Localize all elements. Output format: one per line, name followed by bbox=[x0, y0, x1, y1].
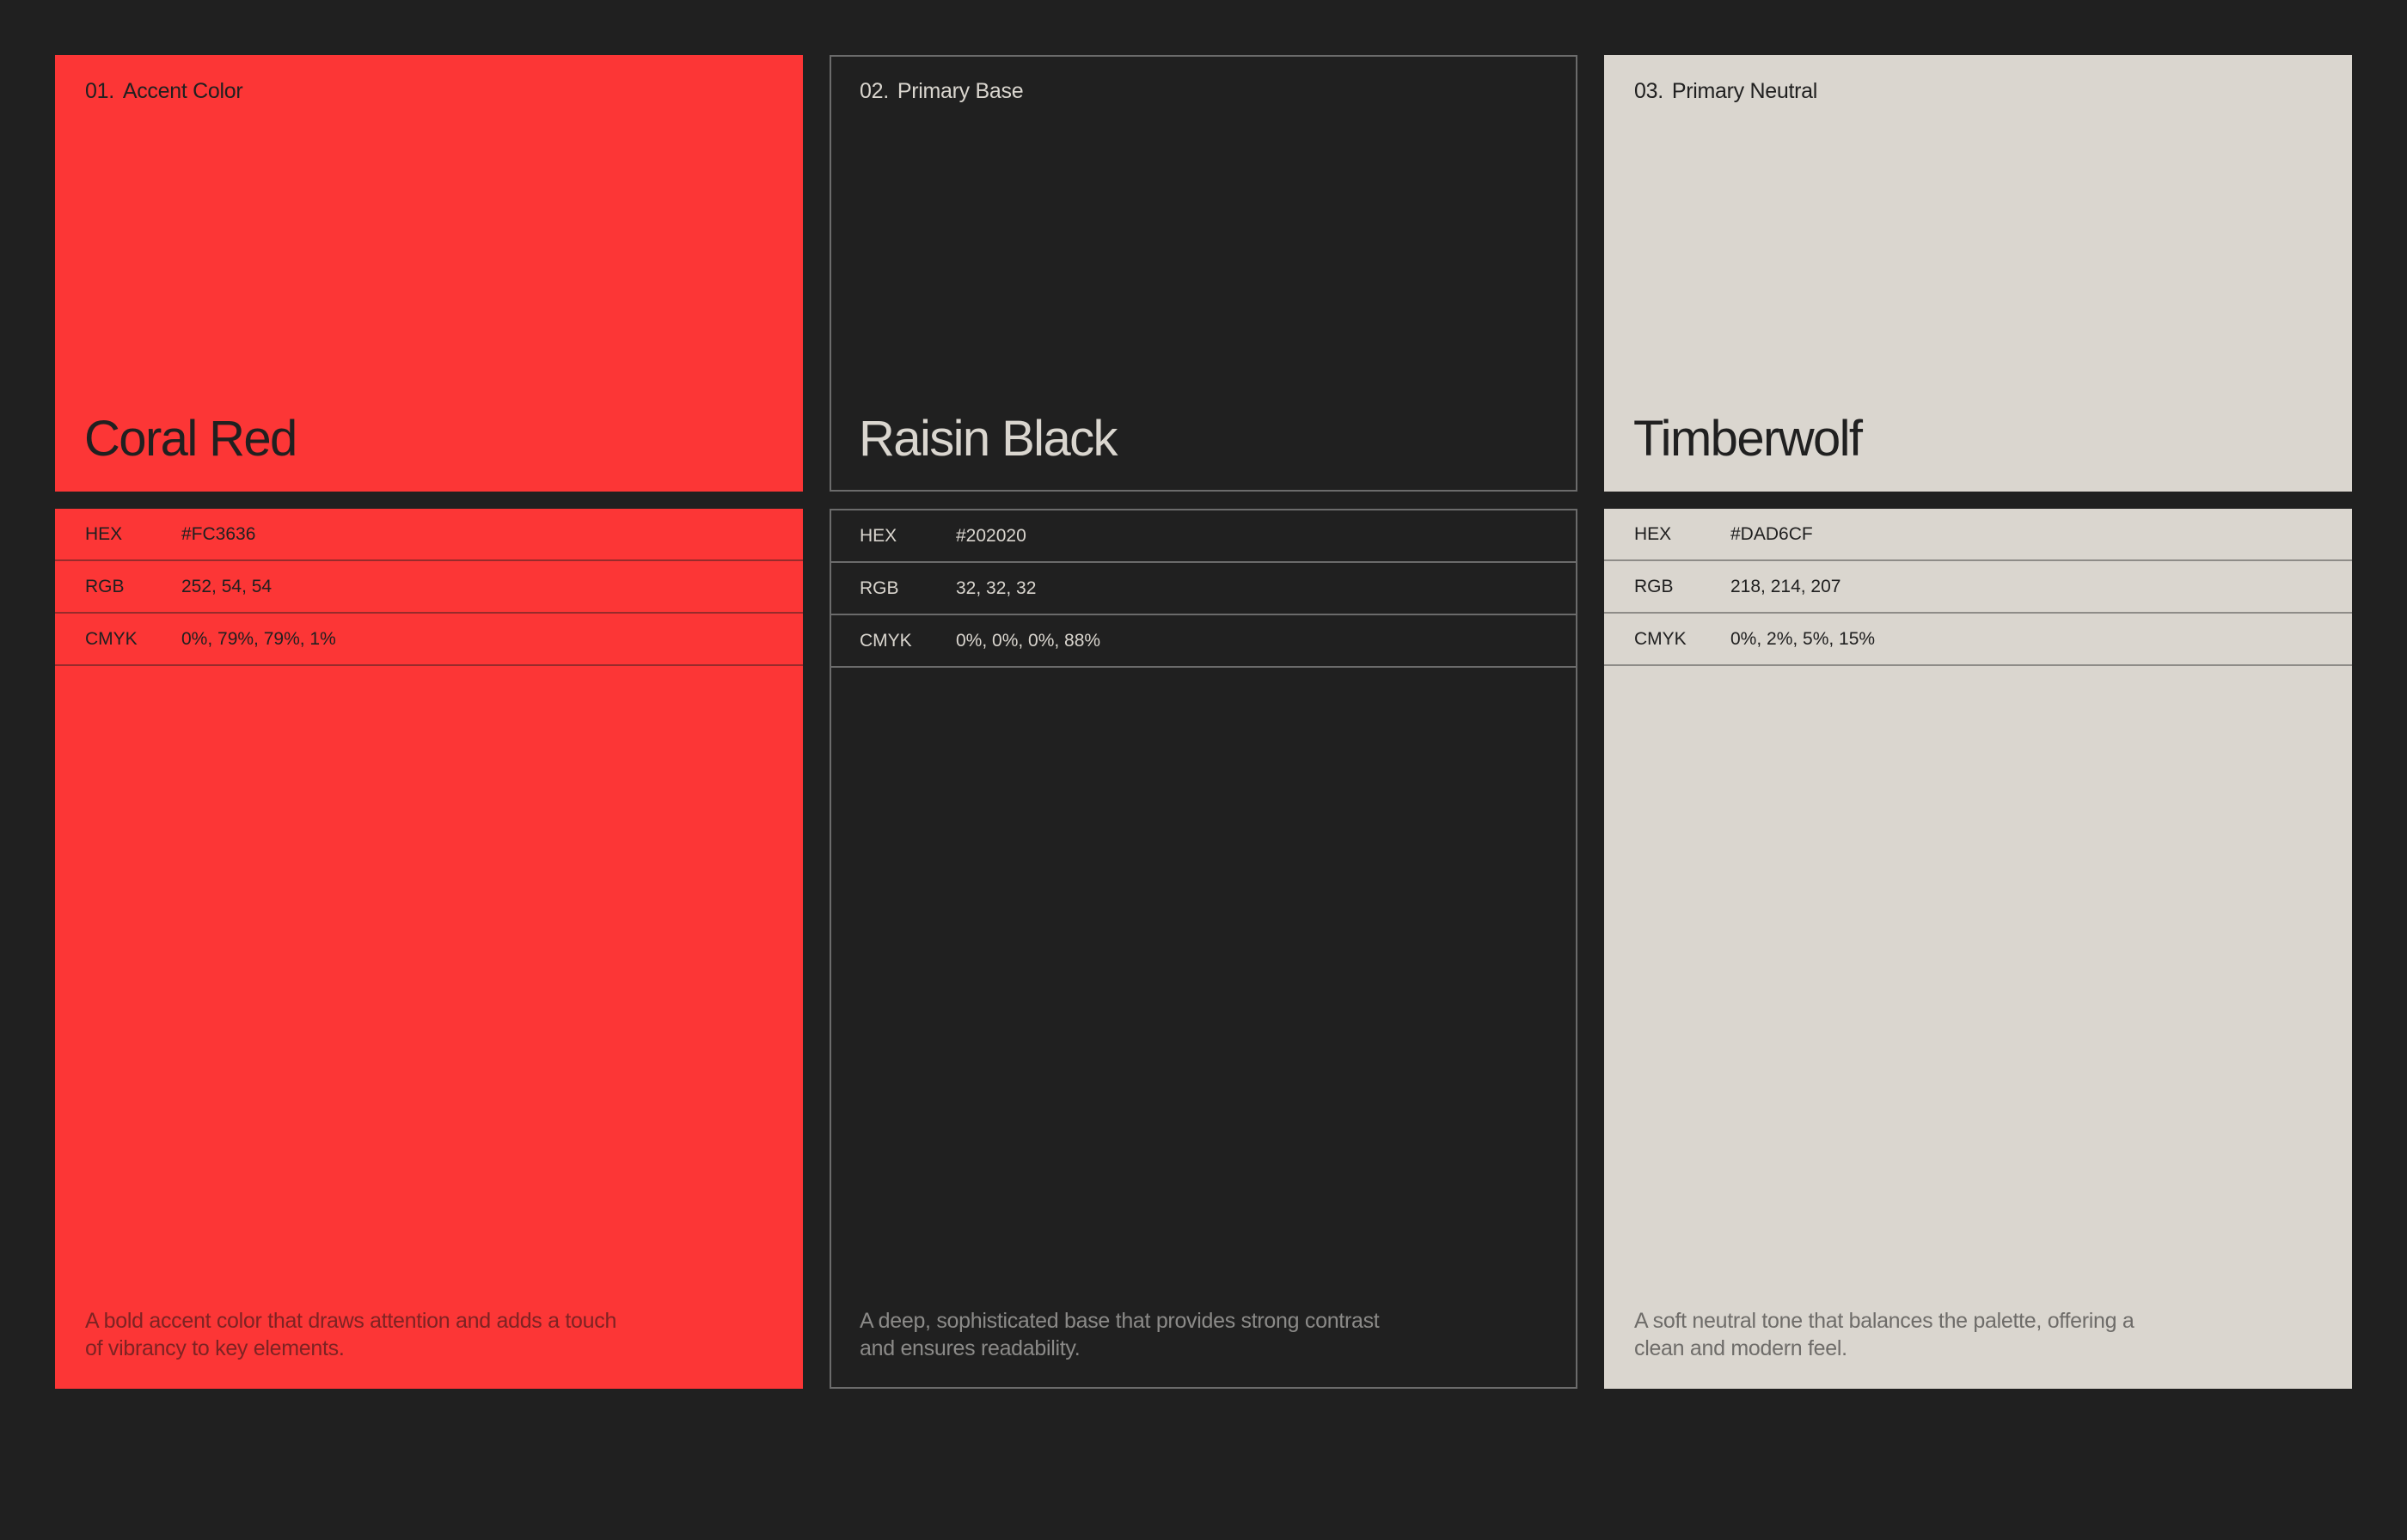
spec-row-rgb: RGB 32, 32, 32 bbox=[831, 563, 1576, 615]
spec-row-rgb: RGB 252, 54, 54 bbox=[55, 561, 803, 614]
color-description: A bold accent color that draws attention… bbox=[85, 1309, 617, 1360]
color-details: HEX #FC3636 RGB 252, 54, 54 CMYK 0%, 79%… bbox=[55, 509, 803, 1389]
color-role: Accent Color bbox=[122, 79, 243, 103]
spec-key: RGB bbox=[1634, 576, 1674, 596]
color-label: 02. Primary Base bbox=[860, 79, 1024, 104]
color-details: HEX #DAD6CF RGB 218, 214, 207 CMYK 0%, 2… bbox=[1604, 509, 2352, 1389]
color-name: Coral Red bbox=[84, 411, 297, 467]
spec-value: 252, 54, 54 bbox=[181, 576, 273, 596]
spec-key: RGB bbox=[85, 576, 125, 596]
color-column-coral-red: 01. Accent Color Coral Red HEX #FC3636 RG… bbox=[55, 55, 803, 1389]
spec-value: 0%, 2%, 5%, 15% bbox=[1730, 628, 1876, 649]
spec-key: CMYK bbox=[85, 628, 138, 649]
spec-row-hex: HEX #DAD6CF bbox=[1604, 509, 2352, 561]
spec-key: HEX bbox=[860, 525, 897, 546]
color-label: 01. Accent Color bbox=[85, 79, 243, 104]
spec-row-hex: HEX #FC3636 bbox=[55, 509, 803, 561]
color-number: 03. bbox=[1634, 79, 1663, 103]
color-column-raisin-black: 02. Primary Base Raisin Black HEX #202020… bbox=[830, 55, 1577, 1389]
spec-key: CMYK bbox=[1634, 628, 1687, 649]
spec-value: #DAD6CF bbox=[1730, 523, 1813, 544]
color-name: Timberwolf bbox=[1633, 411, 1863, 467]
spec-row-cmyk: CMYK 0%, 2%, 5%, 15% bbox=[1604, 614, 2352, 666]
spec-row-rgb: RGB 218, 214, 207 bbox=[1604, 561, 2352, 614]
spec-key: CMYK bbox=[860, 630, 912, 651]
spec-value: #202020 bbox=[956, 525, 1026, 546]
spec-row-cmyk: CMYK 0%, 0%, 0%, 88% bbox=[831, 615, 1576, 668]
spec-value: #FC3636 bbox=[181, 523, 256, 544]
color-role: Primary Base bbox=[897, 79, 1024, 103]
color-details: HEX #202020 RGB 32, 32, 32 CMYK 0%, 0%, … bbox=[830, 509, 1577, 1389]
color-swatch: 02. Primary Base Raisin Black bbox=[830, 55, 1577, 492]
color-description: A soft neutral tone that balances the pa… bbox=[1634, 1309, 2134, 1360]
color-number: 01. bbox=[85, 79, 114, 103]
spec-row-cmyk: CMYK 0%, 79%, 79%, 1% bbox=[55, 614, 803, 666]
spec-key: HEX bbox=[1634, 523, 1672, 544]
color-column-timberwolf: 03. Primary Neutral Timberwolf HEX #DAD6C… bbox=[1604, 55, 2352, 1389]
spec-key: HEX bbox=[85, 523, 123, 544]
color-role: Primary Neutral bbox=[1671, 79, 1818, 103]
color-description: A deep, sophisticated base that provides… bbox=[860, 1309, 1380, 1360]
color-swatch: 01. Accent Color Coral Red bbox=[55, 55, 803, 492]
color-swatch: 03. Primary Neutral Timberwolf bbox=[1604, 55, 2352, 492]
spec-value: 0%, 79%, 79%, 1% bbox=[181, 628, 336, 649]
color-name: Raisin Black bbox=[859, 411, 1118, 467]
spec-key: RGB bbox=[860, 578, 899, 598]
color-palette: 01. Accent Color Coral Red HEX #FC3636 RG… bbox=[55, 55, 2352, 1389]
spec-value: 0%, 0%, 0%, 88% bbox=[956, 630, 1101, 651]
color-number: 02. bbox=[860, 79, 889, 103]
spec-value: 32, 32, 32 bbox=[956, 578, 1037, 598]
spec-value: 218, 214, 207 bbox=[1730, 576, 1841, 596]
spec-row-hex: HEX #202020 bbox=[831, 510, 1576, 563]
color-label: 03. Primary Neutral bbox=[1634, 79, 1817, 104]
